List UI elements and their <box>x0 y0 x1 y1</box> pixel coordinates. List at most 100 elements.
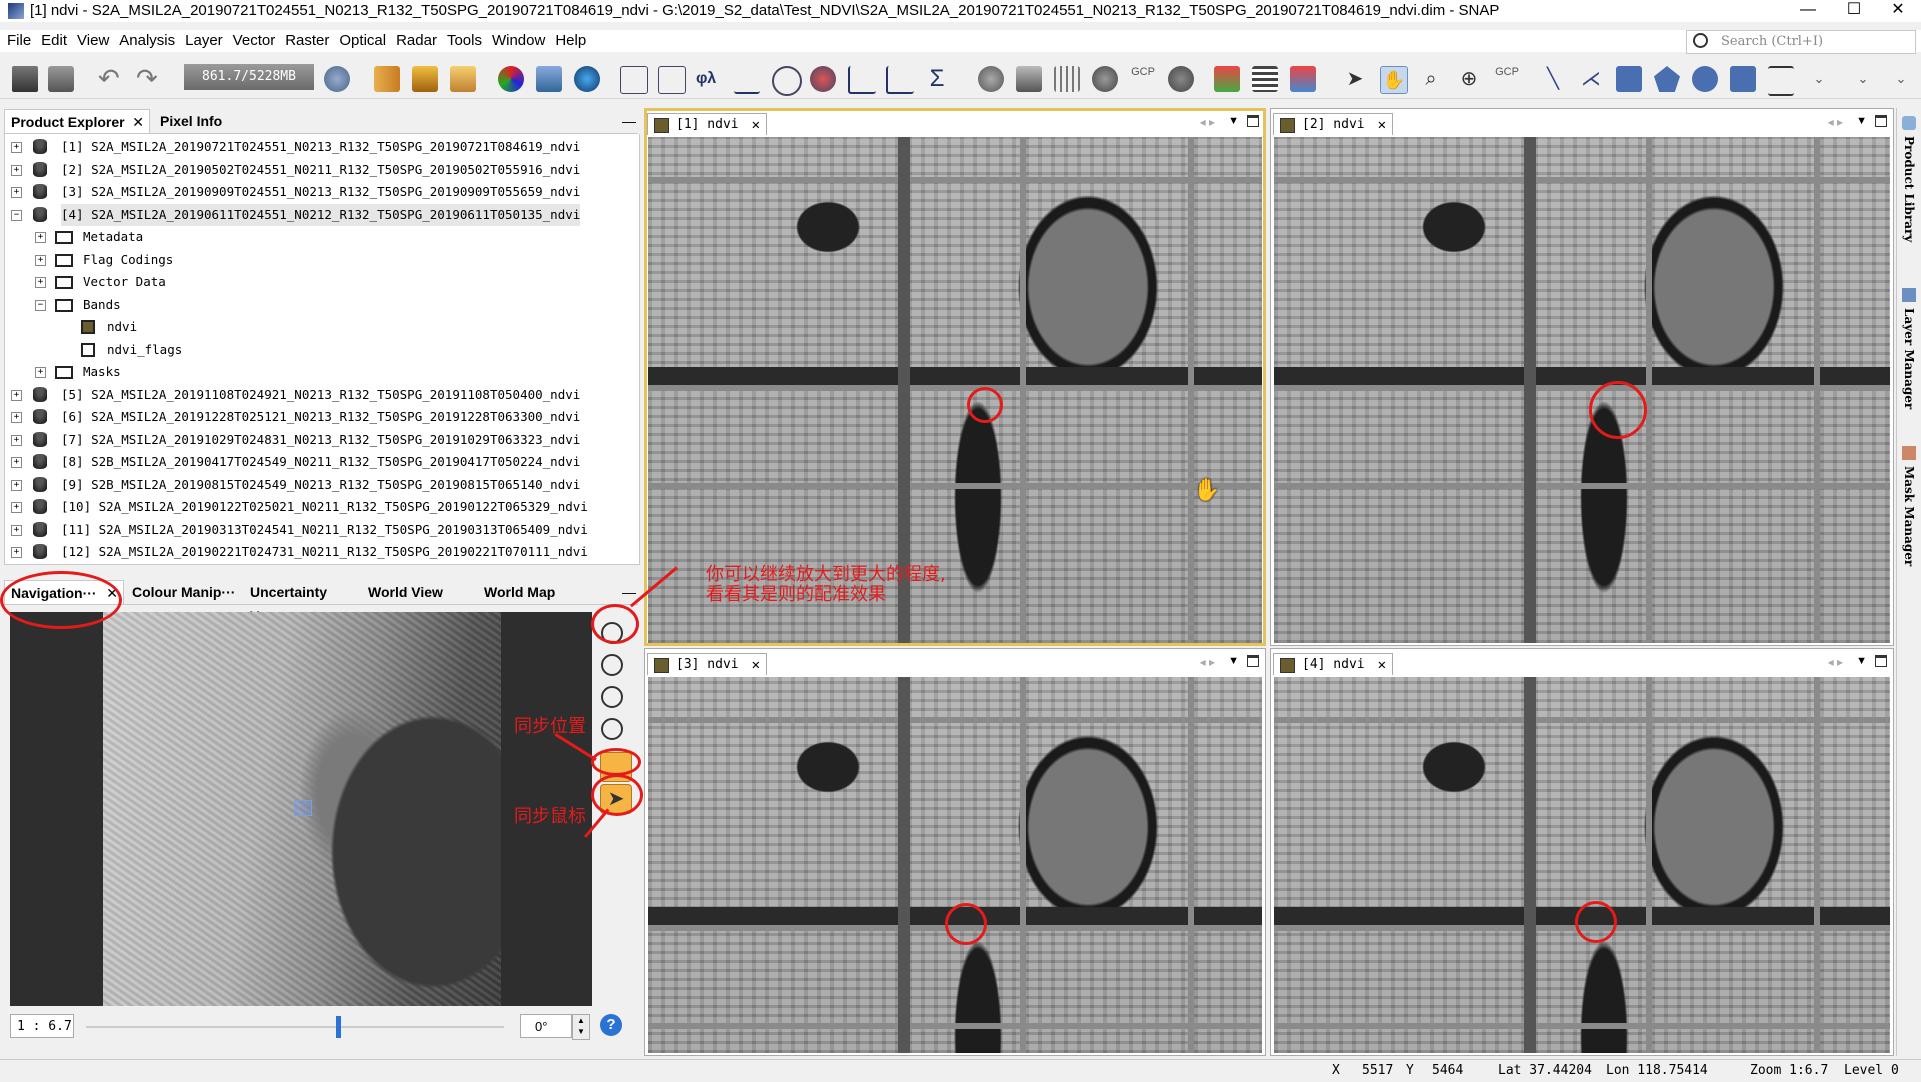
cloud-icon[interactable] <box>1168 66 1194 92</box>
layer-editor-icon[interactable] <box>1290 66 1316 92</box>
graph-builder-icon[interactable] <box>412 66 438 92</box>
side-tab-layer-manager[interactable]: Layer Manager <box>1902 308 1916 409</box>
tree-folder-masks[interactable]: + Masks <box>5 361 605 383</box>
product-node[interactable]: + [12] S2A_MSIL2A_20190221T024731_N0211_… <box>5 541 625 563</box>
tree-folder-flag-codings[interactable]: + Flag Codings <box>5 249 605 271</box>
profile-plot-icon[interactable] <box>848 66 876 94</box>
view-maximize-icon[interactable] <box>1875 115 1887 127</box>
statistics-icon[interactable]: Σ <box>924 66 950 92</box>
gcp-tool-icon[interactable]: GCP <box>1494 66 1520 92</box>
close-icon[interactable]: ✕ <box>1378 114 1386 136</box>
zoom-all-icon[interactable] <box>601 718 623 740</box>
view-nav-arrows-icon[interactable]: ◂ ▸ <box>1828 655 1843 669</box>
expand-icon[interactable]: + <box>11 547 22 558</box>
view-nav-arrows-icon[interactable]: ◂ ▸ <box>1828 115 1843 129</box>
pan-tool-icon[interactable]: ✋ <box>1380 66 1408 94</box>
pin-manager-icon[interactable] <box>978 66 1004 92</box>
grid-icon[interactable] <box>1054 66 1080 92</box>
tab-colour-manipulation[interactable]: Colour Manip··· <box>126 580 242 604</box>
view-maximize-icon[interactable] <box>1247 655 1259 667</box>
product-node[interactable]: + [9] S2B_MSIL2A_20190815T024549_N0213_R… <box>5 474 625 496</box>
help-icon[interactable]: ? <box>600 1014 622 1036</box>
zoom-out-icon[interactable] <box>601 654 623 676</box>
range-finder-icon[interactable] <box>1730 66 1756 92</box>
image-view-2[interactable]: [2] ndvi ✕ ◂ ▸ ▼ <box>1270 108 1894 646</box>
line-tool-icon[interactable]: ╲ <box>1540 66 1566 92</box>
view-dropdown-icon[interactable]: ▼ <box>1228 655 1239 667</box>
mask-manager-icon[interactable] <box>1902 446 1916 460</box>
side-tab-mask-manager[interactable]: Mask Manager <box>1902 466 1916 566</box>
expand-icon[interactable]: + <box>11 187 22 198</box>
tab-uncertainty-visualisation[interactable]: Uncertainty V··· <box>244 580 360 624</box>
open-product-icon[interactable] <box>12 66 38 92</box>
view-nav-arrows-icon[interactable]: ◂ ▸ <box>1200 115 1215 129</box>
maximize-button[interactable]: ☐ <box>1831 0 1877 22</box>
polyline-tool-icon[interactable]: ⋌ <box>1578 66 1604 92</box>
expand-icon[interactable]: + <box>35 367 46 378</box>
product-node[interactable]: + [3] S2A_MSIL2A_20190909T024551_N0213_R… <box>5 181 625 203</box>
minimize-panel-icon[interactable]: — <box>616 109 642 133</box>
menu-radar[interactable]: Radar <box>391 30 442 52</box>
zoom-slider-thumb[interactable] <box>336 1016 341 1038</box>
menu-optical[interactable]: Optical <box>334 30 391 52</box>
product-node[interactable]: + [5] S2A_MSIL2A_20191108T024921_N0213_R… <box>5 384 625 406</box>
close-icon[interactable]: ✕ <box>752 654 760 676</box>
spectrum-icon[interactable] <box>1214 66 1240 92</box>
time-series-icon[interactable] <box>1252 66 1278 92</box>
satellite-image[interactable] <box>648 677 1262 1053</box>
memory-indicator[interactable]: 861.7/5228MB <box>184 64 314 90</box>
close-icon[interactable]: ✕ <box>132 110 144 134</box>
toolbar-overflow-icon-3[interactable]: ⌄ <box>1888 66 1914 92</box>
view-dropdown-icon[interactable]: ▼ <box>1856 655 1867 667</box>
expand-icon[interactable]: + <box>11 457 22 468</box>
product-library-icon[interactable] <box>324 66 350 92</box>
polygon-tool-icon[interactable] <box>1654 66 1680 92</box>
expand-icon[interactable]: + <box>11 502 22 513</box>
menu-help[interactable]: Help <box>550 30 591 52</box>
expand-icon[interactable]: + <box>11 142 22 153</box>
expand-icon[interactable]: + <box>11 524 22 536</box>
analysis-globe-icon[interactable] <box>810 66 836 92</box>
phi-lambda-icon[interactable]: φλ <box>696 66 722 92</box>
undo-icon[interactable]: ↶ <box>98 65 124 92</box>
batch-processing-icon[interactable] <box>450 66 476 92</box>
pin-icon[interactable] <box>1092 66 1118 92</box>
information-icon[interactable] <box>772 66 802 96</box>
expand-icon[interactable]: + <box>11 434 22 446</box>
menu-vector[interactable]: Vector <box>228 30 281 52</box>
product-node[interactable]: + [6] S2A_MSIL2A_20191228T025121_N0213_R… <box>5 406 625 428</box>
tab-world-view[interactable]: World View <box>362 580 476 604</box>
product-library-icon[interactable] <box>1902 116 1916 130</box>
scatter-plot-icon[interactable] <box>886 66 914 94</box>
ellipse-tool-icon[interactable] <box>1692 66 1718 92</box>
view-dropdown-icon[interactable]: ▼ <box>1856 115 1867 127</box>
zoom-actual-icon[interactable] <box>601 686 623 708</box>
gcp-icon[interactable]: GCP <box>1130 66 1156 92</box>
product-node[interactable]: + [10] S2A_MSIL2A_20190122T025021_N0211_… <box>5 496 625 518</box>
tree-folder-vector-data[interactable]: + Vector Data <box>5 271 605 293</box>
layer-manager-icon[interactable] <box>1902 288 1916 302</box>
redo-icon[interactable]: ↷ <box>136 65 162 92</box>
view-tab-1[interactable]: [1] ndvi ✕ <box>647 113 767 135</box>
expand-icon[interactable]: + <box>11 479 22 491</box>
menu-layer[interactable]: Layer <box>180 30 228 52</box>
image-view-3[interactable]: [3] ndvi ✕ ◂ ▸ ▼ <box>644 648 1266 1056</box>
viewport-marker[interactable] <box>294 800 312 816</box>
zoom-slider-track[interactable] <box>86 1026 504 1028</box>
edit-icon[interactable] <box>658 66 686 94</box>
toolbar-overflow-icon[interactable]: ⌄ <box>1806 66 1832 92</box>
collapse-icon[interactable]: − <box>11 209 22 221</box>
view-nav-arrows-icon[interactable]: ◂ ▸ <box>1200 655 1215 669</box>
vector-icon[interactable] <box>620 66 648 94</box>
expand-icon[interactable]: + <box>11 412 22 423</box>
satellite-image[interactable] <box>1274 137 1890 643</box>
tool-options-icon[interactable] <box>1768 66 1794 96</box>
menu-analysis[interactable]: Analysis <box>114 30 180 52</box>
product-node[interactable]: + [1] S2A_MSIL2A_20190721T024551_N0213_R… <box>5 136 625 158</box>
scale-field[interactable]: 1 : 6.7 <box>10 1014 74 1038</box>
product-node[interactable]: + [8] S2B_MSIL2A_20190417T024549_N0211_R… <box>5 451 625 473</box>
view-dropdown-icon[interactable]: ▼ <box>1228 115 1239 127</box>
toolbar-overflow-icon-2[interactable]: ⌄ <box>1850 66 1876 92</box>
tree-folder-metadata[interactable]: + Metadata <box>5 226 605 248</box>
tree-band-node[interactable]: ndvi <box>5 316 605 338</box>
